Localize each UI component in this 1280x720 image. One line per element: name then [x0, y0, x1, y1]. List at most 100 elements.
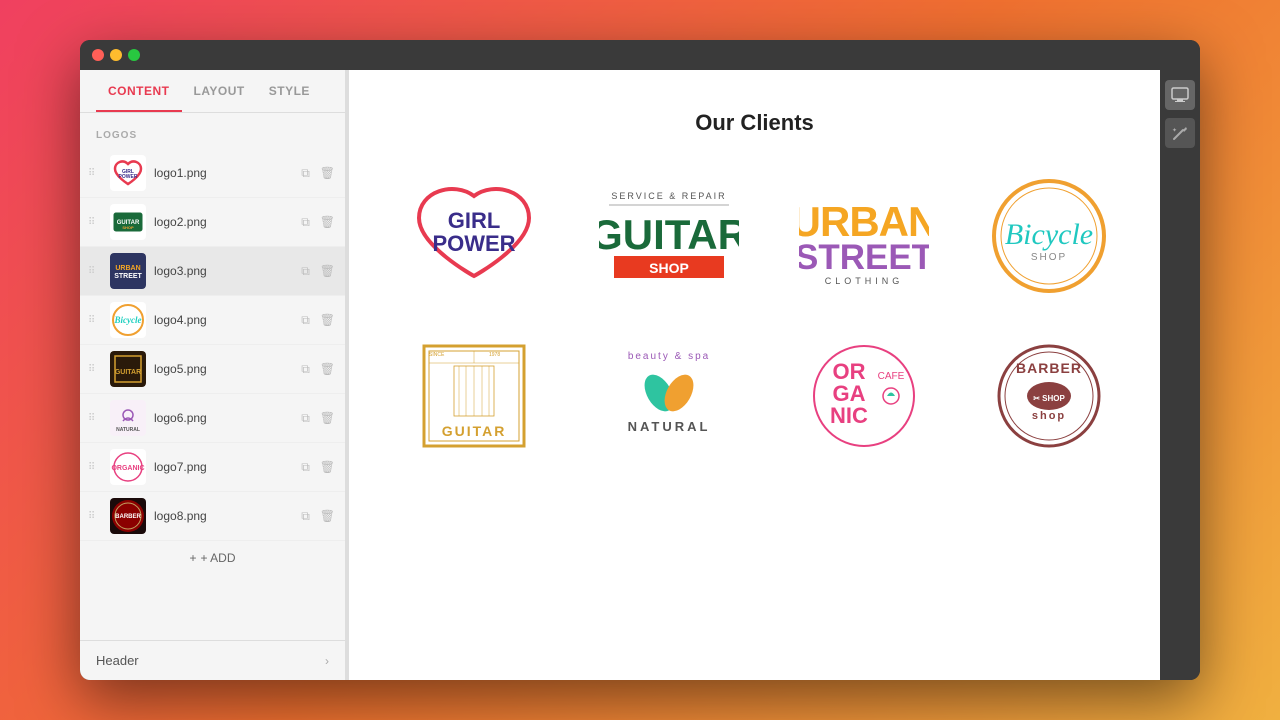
- logo-filename: logo1.png: [154, 166, 299, 180]
- drag-handle-icon: ⠿: [88, 266, 102, 277]
- add-icon: +: [189, 551, 196, 565]
- logo-thumbnail: GUITAR: [110, 351, 146, 387]
- copy-icon[interactable]: ⧉: [299, 507, 312, 526]
- copy-icon[interactable]: ⧉: [299, 311, 312, 330]
- tab-style[interactable]: STYLE: [257, 70, 322, 112]
- grid-logo-urban-street: URBAN STREET CLOTHING: [799, 176, 929, 296]
- svg-text:SHOP: SHOP: [1031, 252, 1067, 263]
- drag-handle-icon: ⠿: [88, 168, 102, 179]
- logo-actions: ⧉ 🗑: [299, 360, 337, 379]
- svg-text:✦: ✦: [1172, 127, 1177, 134]
- grid-logo-bicycle: Bicycle SHOP: [989, 176, 1109, 296]
- titlebar: [80, 40, 1200, 70]
- svg-text:BARBER: BARBER: [1016, 360, 1082, 376]
- delete-icon[interactable]: 🗑: [318, 458, 337, 477]
- svg-text:SHOP: SHOP: [122, 225, 134, 230]
- drag-handle-icon: ⠿: [88, 315, 102, 326]
- drag-handle-icon: ⠿: [88, 217, 102, 228]
- minimize-button[interactable]: [110, 49, 122, 61]
- list-item[interactable]: ⠿ BARBER logo8.png ⧉ 🗑: [80, 492, 345, 541]
- logo-actions: ⧉ 🗑: [299, 458, 337, 477]
- logo-actions: ⧉ 🗑: [299, 507, 337, 526]
- grid-logo-natural: beauty & spa NATURAL: [599, 336, 739, 456]
- svg-text:GUITAR: GUITAR: [115, 369, 141, 376]
- svg-text:NATURAL: NATURAL: [116, 427, 140, 433]
- svg-text:STREET: STREET: [799, 238, 929, 277]
- girl-power-svg: GIRL POWER: [409, 176, 539, 296]
- list-item[interactable]: ⠿ GIRL POWER logo1.png ⧉ 🗑: [80, 149, 345, 198]
- logo-thumbnail: GIRL POWER: [110, 155, 146, 191]
- list-item[interactable]: ⠿ ORGANIC logo7.png ⧉ 🗑: [80, 443, 345, 492]
- logo-actions: ⧉ 🗑: [299, 213, 337, 232]
- list-item[interactable]: ⠿ NATURAL logo6.png ⧉ 🗑: [80, 394, 345, 443]
- svg-text:NATURAL: NATURAL: [628, 419, 711, 434]
- drag-handle-icon: ⠿: [88, 462, 102, 473]
- drag-handle-icon: ⠿: [88, 364, 102, 375]
- delete-icon[interactable]: 🗑: [318, 213, 337, 232]
- guitar-shop-svg: SERVICE & REPAIR GUITAR SHOP: [599, 181, 739, 291]
- copy-icon[interactable]: ⧉: [299, 409, 312, 428]
- svg-text:POWER: POWER: [119, 174, 138, 180]
- copy-icon[interactable]: ⧉: [299, 458, 312, 477]
- svg-text:SINCE: SINCE: [429, 352, 445, 358]
- delete-icon[interactable]: 🗑: [318, 507, 337, 526]
- grid-logo-organic: OR GA NIC CAFE: [799, 336, 929, 456]
- copy-icon[interactable]: ⧉: [299, 360, 312, 379]
- svg-text:ORGANIC: ORGANIC: [111, 465, 144, 472]
- copy-icon[interactable]: ⧉: [299, 262, 312, 281]
- add-button-label: + ADD: [201, 551, 236, 565]
- svg-text:1978: 1978: [489, 352, 500, 358]
- natural-svg: beauty & spa NATURAL: [604, 341, 734, 451]
- grid-logo-girl-power: GIRL POWER: [409, 176, 539, 296]
- tab-content[interactable]: CONTENT: [96, 70, 182, 112]
- sidebar-footer[interactable]: Header ›: [80, 640, 345, 680]
- grid-logo-guitar-vintage: SINCE 1978 GUITAR: [409, 336, 539, 456]
- logo-filename: logo3.png: [154, 264, 299, 278]
- delete-icon[interactable]: 🗑: [318, 360, 337, 379]
- logo-filename: logo5.png: [154, 362, 299, 376]
- logos-section-header: LOGOS: [80, 113, 345, 149]
- traffic-lights: [92, 49, 140, 61]
- tab-layout[interactable]: LAYOUT: [182, 70, 257, 112]
- app-window: CONTENT LAYOUT STYLE LOGOS ⠿ GIRL PO: [80, 40, 1200, 680]
- desktop-icon[interactable]: [1165, 80, 1195, 110]
- copy-icon[interactable]: ⧉: [299, 164, 312, 183]
- barber-svg: BARBER ✂ SHOP shop: [994, 341, 1104, 451]
- delete-icon[interactable]: 🗑: [318, 164, 337, 183]
- svg-text:✂ SHOP: ✂ SHOP: [1033, 394, 1065, 403]
- logo-thumbnail: BARBER: [110, 498, 146, 534]
- maximize-button[interactable]: [128, 49, 140, 61]
- list-item[interactable]: ⠿ GUITAR logo5.png ⧉ 🗑: [80, 345, 345, 394]
- svg-text:beauty & spa: beauty & spa: [628, 351, 710, 362]
- logo-actions: ⧉ 🗑: [299, 164, 337, 183]
- magic-wand-icon[interactable]: ✦: [1165, 118, 1195, 148]
- delete-icon[interactable]: 🗑: [318, 409, 337, 428]
- canvas-area: Our Clients GIRL POWER SERVICE & REPAIR: [349, 70, 1160, 680]
- list-item[interactable]: ⠿ Bicycle logo4.png ⧉ 🗑: [80, 296, 345, 345]
- svg-text:BARBER: BARBER: [115, 514, 141, 520]
- guitar-vintage-svg: SINCE 1978 GUITAR: [419, 341, 529, 451]
- drag-handle-icon: ⠿: [88, 413, 102, 424]
- svg-text:GUITAR: GUITAR: [599, 211, 739, 258]
- logo-filename: logo8.png: [154, 509, 299, 523]
- svg-text:SERVICE & REPAIR: SERVICE & REPAIR: [611, 191, 726, 201]
- svg-text:URBAN: URBAN: [115, 265, 140, 272]
- svg-text:CAFE: CAFE: [878, 371, 905, 382]
- svg-text:GUITAR: GUITAR: [442, 423, 507, 439]
- list-item[interactable]: ⠿ GUITAR SHOP logo2.png ⧉ 🗑: [80, 198, 345, 247]
- delete-icon[interactable]: 🗑: [318, 311, 337, 330]
- grid-logo-guitar-shop: SERVICE & REPAIR GUITAR SHOP: [599, 176, 739, 296]
- sidebar: CONTENT LAYOUT STYLE LOGOS ⠿ GIRL PO: [80, 70, 345, 680]
- add-logo-button[interactable]: + + ADD: [80, 541, 345, 575]
- logos-grid: GIRL POWER SERVICE & REPAIR GUITAR SHOP: [409, 176, 1100, 456]
- copy-icon[interactable]: ⧉: [299, 213, 312, 232]
- logo-filename: logo4.png: [154, 313, 299, 327]
- list-item[interactable]: ⠿ URBAN STREET logo3.png ⧉ 🗑: [80, 247, 345, 296]
- main-area: CONTENT LAYOUT STYLE LOGOS ⠿ GIRL PO: [80, 70, 1200, 680]
- svg-text:Bicycle: Bicycle: [1005, 218, 1093, 251]
- svg-text:POWER: POWER: [432, 231, 515, 256]
- tab-bar: CONTENT LAYOUT STYLE: [80, 70, 345, 113]
- close-button[interactable]: [92, 49, 104, 61]
- delete-icon[interactable]: 🗑: [318, 262, 337, 281]
- drag-handle-icon: ⠿: [88, 511, 102, 522]
